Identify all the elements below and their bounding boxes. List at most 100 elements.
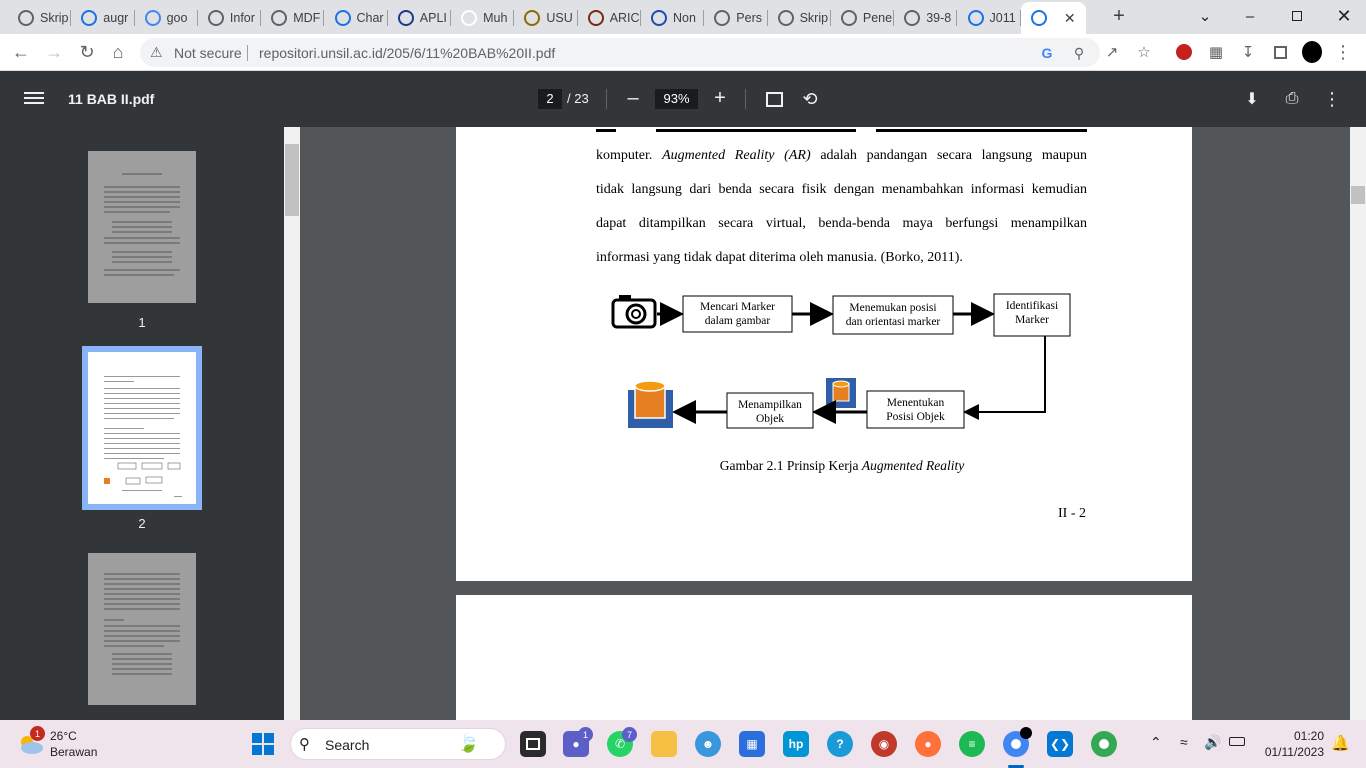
browser-tab[interactable]: APLI [388,5,452,30]
side-panel-icon[interactable] [1270,42,1290,62]
browser-tab[interactable]: Pene [831,5,895,30]
microsoft-store-icon[interactable]: ▦ [739,731,765,757]
page-thumbnail-2-selected[interactable] [82,346,202,510]
google-lens-icon[interactable]: G [1038,45,1056,61]
zoom-in-button[interactable]: + [711,87,729,109]
sidebar-menu-button[interactable] [24,89,44,109]
close-window-button[interactable]: ✕ [1329,4,1359,28]
file-explorer-icon[interactable] [651,731,677,757]
page-number-input[interactable]: 2 [538,89,562,109]
rotate-icon[interactable]: ⟲ [799,88,821,110]
tab-title: Infor [229,10,255,25]
notification-bell-icon[interactable]: 🔔 [1331,734,1350,752]
caption-italic: Augmented Reality [861,458,965,473]
pdf-viewer[interactable]: komputer. Augmented Reality (AR) adalah … [300,127,1350,720]
browser-tab[interactable]: Pers [704,5,768,30]
profile-avatar[interactable] [1302,41,1322,63]
spotify-icon[interactable]: ≡ [959,731,985,757]
browser-tab[interactable]: ✕ [1020,2,1086,34]
browser-tab[interactable]: goo [135,5,198,30]
more-options-icon[interactable]: ⋮ [1321,88,1343,110]
close-tab-icon[interactable]: ✕ [1062,10,1078,26]
document-icon [1030,10,1047,26]
browser-tab[interactable]: Infor [198,5,262,30]
windows-start-icon[interactable] [252,733,274,755]
tab-title: MDF [293,10,321,25]
browser-tab[interactable]: augr [71,5,135,30]
weather-desc[interactable]: Berawan [50,745,97,759]
warning-icon[interactable]: ⚠ [150,44,163,61]
vscode-icon[interactable]: ❮❯ [1047,731,1073,757]
caption-text: Gambar 2.1 Prinsip Kerja [719,458,862,473]
back-button[interactable]: ← [9,40,33,64]
browser-tab[interactable]: ARIC [578,5,641,30]
page-thumbnail-1[interactable] [88,151,196,303]
extension-red-icon[interactable] [1174,42,1194,62]
taskbar-search[interactable]: ⚲ Search 🍃 [290,728,506,760]
thumbnail-label-2: 2 [138,516,146,531]
box-text: Menampilkan [738,399,802,411]
wifi-icon[interactable]: ≈ [1180,734,1188,750]
tab-search-chevron-icon[interactable]: ⌄ [1190,4,1220,28]
browser-tab[interactable]: Non [641,5,705,30]
download-icon[interactable]: ⬇ [1241,88,1263,110]
fit-page-icon[interactable] [763,88,785,110]
url-text[interactable]: repositori.unsil.ac.id/205/6/11%20BAB%20… [259,45,555,61]
forward-button[interactable]: → [42,40,66,64]
viewer-scrollbar-thumb[interactable] [1351,186,1365,204]
hp-icon[interactable]: hp [783,731,809,757]
camera-icon [611,295,657,329]
firefox-icon[interactable]: ● [915,731,941,757]
battery-icon[interactable] [1229,737,1245,746]
share-icon[interactable]: ↗ [1102,42,1122,62]
weather-temp[interactable]: 26°C [50,729,77,743]
security-label[interactable]: Not secure [174,45,242,61]
minimize-button[interactable]: – [1235,4,1265,28]
tab-title: Skrip [799,10,829,25]
bookmark-star-icon[interactable]: ☆ [1134,42,1154,62]
chrome-menu-icon[interactable]: ⋮ [1333,42,1353,62]
people-icon[interactable]: ☻ [695,731,721,757]
volume-icon[interactable]: 🔊 [1204,734,1221,751]
browser-tab[interactable]: 39-8 [894,5,958,30]
print-icon[interactable]: ⎙ [1281,88,1303,110]
zoom-icon[interactable]: ⚲ [1070,45,1088,61]
browser-tab[interactable]: MDF [261,5,325,30]
downloads-icon[interactable]: ↧ [1238,42,1258,62]
browser-tab[interactable]: Skrip [8,5,72,30]
divider [745,89,746,109]
zoom-out-button[interactable]: – [624,87,642,109]
browser-tab[interactable]: USU [514,5,578,30]
browser-tab[interactable]: Char [325,5,388,30]
extensions-puzzle-icon[interactable]: ▦ [1206,42,1226,62]
restore-button[interactable] [1282,4,1312,28]
chrome-profile-2-icon[interactable] [1091,731,1117,757]
help-icon[interactable]: ? [827,731,853,757]
viewer-scrollbar[interactable] [1350,127,1366,720]
page-thumbnail-3[interactable] [88,553,196,705]
page-thumbnail-2[interactable] [88,352,196,504]
clock-time[interactable]: 01:20 [1258,729,1324,743]
usu-icon [524,9,541,26]
clock-date[interactable]: 01/11/2023 [1258,745,1324,759]
object-icon-small [826,378,856,408]
box-text: Identifikasi [1005,300,1059,312]
new-tab-button[interactable]: + [1108,6,1130,28]
browser-tab[interactable]: Muh [451,5,515,30]
game-app-icon[interactable]: ◉ [871,731,897,757]
chrome-profile-badge [1020,727,1032,739]
stroke-icon [81,9,98,26]
document-title: 11 BAB II.pdf [68,91,155,107]
address-bar[interactable]: ⚠ Not secure repositori.unsil.ac.id/205/… [140,38,1100,67]
zoom-input[interactable]: 93% [655,89,698,109]
tab-title: J011 [989,10,1016,25]
object-icon-large [628,380,673,428]
sidebar-scrollbar-thumb[interactable] [285,144,299,216]
home-button[interactable]: ⌂ [106,40,130,64]
show-hidden-icons-chevron[interactable]: ⌃ [1150,734,1162,751]
browser-tab[interactable]: Skrip [768,5,831,30]
tab-title: augr [103,10,129,25]
reload-button[interactable]: ↻ [75,40,99,64]
browser-tab[interactable]: J011 [958,5,1021,30]
task-view-icon[interactable] [520,731,546,757]
